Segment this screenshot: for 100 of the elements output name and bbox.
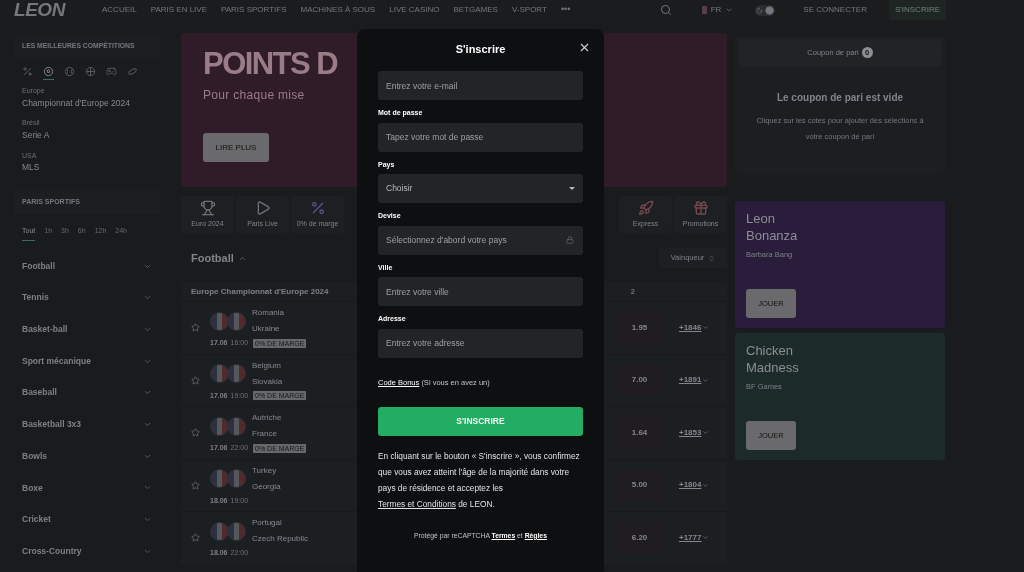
flag-icon [210,364,229,383]
odds-button[interactable]: 1.64 [614,416,665,450]
sport-item[interactable]: Basketball 3x3 [14,408,160,441]
flag-icon [210,521,229,541]
team-name: Turkey [252,464,278,477]
trophy-icon [199,199,216,216]
nav-link[interactable]: ACCUEIL [102,4,137,16]
nav-link[interactable]: V-SPORT [511,4,547,16]
logo[interactable]: LEON [14,0,102,25]
team-name: France [252,428,278,440]
flag-icon [227,469,246,488]
rocket-icon [637,199,654,216]
more-markets-link[interactable]: +1804 [679,479,715,492]
signup-submit-button[interactable]: S'INSCRIRE [378,406,583,436]
more-markets-link[interactable]: +1777 [679,531,715,544]
knob-icon [765,5,775,15]
input-field[interactable]: Tapez votre mot de passe [378,122,583,152]
chevron-icon [702,429,710,437]
sport-tab[interactable] [43,66,54,80]
caret-icon [725,6,734,14]
odds-button[interactable]: 6.20 [614,521,665,555]
chevron-icon [702,376,710,384]
nav-link[interactable]: BETGAMES [453,4,498,16]
team-name: Belgium [252,359,282,372]
team-name: Ukraine [252,323,281,335]
game-title: Chicken Madness [746,342,800,376]
sport-item[interactable]: Baseball [14,377,160,409]
tennis-ball-icon [64,66,75,77]
nav-link[interactable]: LIVE CASINO [389,4,440,16]
favorite-star-icon[interactable] [191,428,200,438]
odds-button[interactable]: 5.00 [614,468,665,502]
country-select[interactable]: Choisir [378,174,583,203]
sport-item[interactable]: Boxe [14,472,160,504]
input-field[interactable]: Entrez votre adresse [378,328,583,358]
odds-button[interactable]: 7.00 [614,363,665,397]
sport-item[interactable]: Basket-ball [14,313,160,346]
signup-button[interactable]: S'INSCRIRE [888,0,946,20]
lock-icon [566,235,574,244]
flag-icon [210,416,229,436]
favorite-star-icon[interactable] [191,375,200,385]
sport-item[interactable]: Tennis [14,281,160,314]
flag-icon [210,469,229,488]
more-menu[interactable]: ••• [560,3,571,17]
competition-link[interactable]: MLS [22,161,152,174]
gift-icon [692,199,709,216]
game-title: Leon Bonanza [746,210,799,244]
favorite-star-icon[interactable] [191,533,200,543]
sport-item[interactable]: Sport mécanique [14,345,160,377]
more-markets-link[interactable]: +1891 [679,374,715,387]
banner-title: POINTS D [203,48,339,79]
sport-item[interactable]: Cross-Country [14,535,160,568]
theme-toggle[interactable] [755,4,776,16]
league-name: Europe Championnat d'Europe 2024 [191,285,329,298]
team-name: Portugal [252,517,283,529]
competition-link[interactable]: Championnat d'Europe 2024 [22,96,152,110]
empty-title: Le coupon de pari est vide [776,91,904,105]
flag-icon [227,311,246,331]
flag-icon [210,311,229,331]
favorite-star-icon[interactable] [191,323,200,333]
team-name: Slovakia [252,375,283,388]
sport-item[interactable]: Cricket [14,503,160,536]
team-name: Autriche [252,412,282,424]
basketball-icon [85,66,96,77]
moon-icon [756,6,764,14]
language-selector[interactable]: FR [701,4,734,16]
read-more-button[interactable]: LIRE PLUS [203,133,269,162]
flag-icon [227,364,246,383]
flag-icon [701,6,707,14]
chevron-icon [702,481,710,489]
search-icon[interactable] [659,4,672,16]
soccer-ball-icon [43,66,54,77]
input-field[interactable]: Entrez votre ville [378,277,583,306]
sport-item[interactable]: Football [14,250,160,282]
percent-icon [309,199,326,216]
nav-link[interactable]: PARIS SPORTIFS [221,4,287,16]
percent-icon [22,66,33,77]
more-markets-link[interactable]: +1846 [679,321,715,334]
favorite-star-icon[interactable] [191,480,200,490]
competition-link[interactable]: Serie A [22,128,152,142]
puck-icon [127,66,138,77]
sort-icon [708,254,716,262]
team-name: Czech Republic [252,533,309,545]
consent-text: En cliquant sur le bouton « S'inscrire », vous confirmez que vous avez atteint l'âge de la majorité dans votre pays de résidence et acceptez les Termes et Conditions de LEON. [378,449,581,511]
flag-icon [227,521,246,541]
sport-heading: Football [191,249,247,267]
chevron-icon [702,534,710,542]
dialog-title: S'inscrire [455,41,506,57]
login-link[interactable]: SE CONNECTER [803,4,867,16]
nav-link[interactable]: PARIS EN LIVE [150,4,207,16]
odds-button[interactable]: 1.95 [614,311,665,345]
gamepad-icon [106,66,117,77]
team-name: Georgia [252,480,281,493]
sport-item[interactable]: Bowls [14,440,160,473]
team-name: Romania [252,307,284,319]
more-markets-link[interactable]: +1853 [679,426,715,439]
close-icon[interactable] [578,41,591,54]
flag-icon [227,416,246,436]
terms-link[interactable]: Termes et Conditions [378,498,456,509]
nav-link[interactable]: MACHINES À SOUS [300,4,376,16]
input-field[interactable]: Entrez votre e-mail [378,71,583,100]
